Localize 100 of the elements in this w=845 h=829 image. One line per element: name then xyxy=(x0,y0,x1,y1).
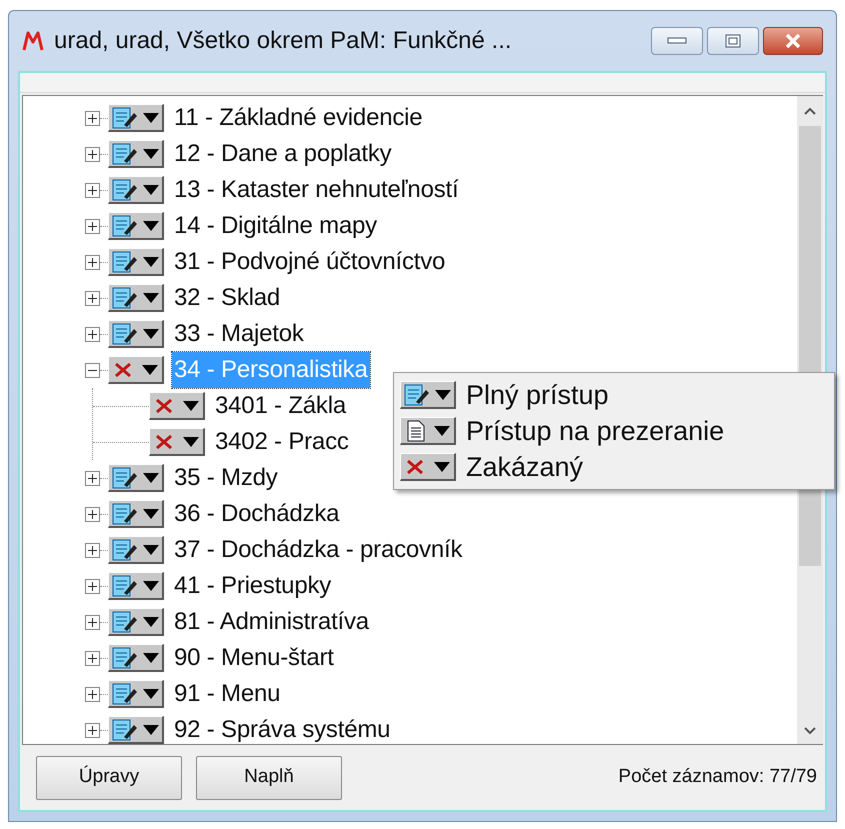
plus-icon xyxy=(87,292,98,304)
access-dropdown[interactable] xyxy=(108,608,164,636)
plus-icon xyxy=(87,544,98,556)
access-dropdown[interactable] xyxy=(149,428,205,456)
dropdown-arrow-icon xyxy=(143,112,160,122)
scroll-up-icon[interactable] xyxy=(803,106,817,116)
edit-document-icon xyxy=(112,214,138,236)
dropdown-arrow-icon xyxy=(143,508,160,518)
dropdown-arrow-icon xyxy=(143,472,160,482)
expander-toggle[interactable] xyxy=(85,362,100,378)
expander-toggle[interactable] xyxy=(85,470,100,486)
expander-toggle[interactable] xyxy=(85,506,100,522)
tree-item[interactable]: 37 - Dochádzka - pracovník xyxy=(172,532,464,568)
dropdown-arrow-icon xyxy=(143,688,160,698)
dropdown-arrow-icon xyxy=(143,184,160,194)
expander-toggle[interactable] xyxy=(85,218,100,234)
plus-icon xyxy=(87,652,98,664)
access-dropdown[interactable] xyxy=(108,356,164,384)
tree-item[interactable]: 92 - Správa systému xyxy=(172,712,392,748)
expander-toggle[interactable] xyxy=(85,110,100,126)
expander-toggle[interactable] xyxy=(85,614,100,630)
expander-toggle[interactable] xyxy=(85,326,100,342)
scroll-down-icon[interactable] xyxy=(803,726,817,736)
access-dropdown[interactable] xyxy=(108,248,164,276)
access-dropdown[interactable] xyxy=(108,716,164,744)
dropdown-arrow-icon xyxy=(143,724,160,734)
dropdown-arrow-icon xyxy=(143,652,160,662)
access-dropdown[interactable] xyxy=(400,381,456,409)
dropdown-arrow-icon xyxy=(143,220,160,230)
close-button[interactable] xyxy=(763,27,823,55)
access-dropdown[interactable] xyxy=(108,644,164,672)
maximize-icon xyxy=(725,34,741,48)
access-dropdown[interactable] xyxy=(108,536,164,564)
access-dropdown[interactable] xyxy=(149,392,205,420)
tree-item[interactable]: 32 - Sklad xyxy=(172,280,282,316)
close-icon xyxy=(784,33,802,49)
expander-toggle[interactable] xyxy=(85,578,100,594)
tree-item[interactable]: 36 - Dochádzka xyxy=(172,496,342,532)
tree-item[interactable]: 3401 - Zákla xyxy=(213,388,348,424)
tree-item[interactable]: 13 - Kataster nehnuteľností xyxy=(172,172,460,208)
tree-item[interactable]: 41 - Priestupky xyxy=(172,568,334,604)
maximize-button[interactable] xyxy=(707,27,759,55)
edit-document-icon xyxy=(112,250,138,272)
access-dropdown[interactable] xyxy=(108,680,164,708)
access-dropdown[interactable] xyxy=(108,176,164,204)
dropdown-arrow-icon xyxy=(143,292,160,302)
tree-item[interactable]: 90 - Menu-štart xyxy=(172,640,336,676)
expander-toggle[interactable] xyxy=(85,146,100,162)
expander-toggle[interactable] xyxy=(85,542,100,558)
action-button[interactable]: Úpravy xyxy=(36,756,182,800)
expander-toggle[interactable] xyxy=(85,254,100,270)
tree-item[interactable]: 81 - Administratíva xyxy=(172,604,371,640)
dropdown-arrow-icon xyxy=(434,426,450,436)
minimize-button[interactable] xyxy=(651,27,703,55)
plus-icon xyxy=(87,148,98,160)
edit-document-icon xyxy=(112,466,138,488)
edit-document-icon xyxy=(112,646,138,668)
dropdown-arrow-icon xyxy=(143,616,160,626)
edit-document-icon xyxy=(112,178,138,200)
edit-document-icon xyxy=(112,682,138,704)
access-dropdown[interactable] xyxy=(400,453,456,481)
tree-item[interactable]: 14 - Digitálne mapy xyxy=(172,208,379,244)
expander-toggle[interactable] xyxy=(85,722,100,738)
dropdown-arrow-icon xyxy=(434,462,450,472)
tree-item[interactable]: 31 - Podvojné účtovníctvo xyxy=(172,244,448,280)
tree-item[interactable]: 3402 - Pracc xyxy=(213,424,351,460)
tree-item[interactable]: 12 - Dane a poplatky xyxy=(172,136,394,172)
access-dropdown[interactable] xyxy=(108,140,164,168)
tree-item[interactable]: 11 - Základné evidencie xyxy=(172,100,424,136)
edit-document-icon xyxy=(112,574,138,596)
access-dropdown[interactable] xyxy=(108,284,164,312)
expander-toggle[interactable] xyxy=(85,290,100,306)
expander-toggle[interactable] xyxy=(85,650,100,666)
dropdown-arrow-icon xyxy=(182,400,199,410)
dropdown-arrow-icon xyxy=(143,580,160,590)
access-dropdown[interactable] xyxy=(108,500,164,528)
action-button[interactable]: Naplň xyxy=(196,756,342,800)
tree-item[interactable]: 91 - Menu xyxy=(172,676,282,712)
access-dropdown[interactable] xyxy=(108,572,164,600)
expander-toggle[interactable] xyxy=(85,686,100,702)
access-dropdown[interactable] xyxy=(400,417,456,445)
access-dropdown[interactable] xyxy=(108,212,164,240)
window-title: urad, urad, Všetko okrem PaM: Funkčné ... xyxy=(54,26,512,56)
dropdown-arrow-icon xyxy=(143,148,160,158)
record-count: Počet záznamov: 77/79 xyxy=(618,765,817,790)
tree-item[interactable]: 33 - Majetok xyxy=(172,316,306,352)
edit-document-icon xyxy=(112,502,138,524)
access-dropdown[interactable] xyxy=(108,104,164,132)
edit-document-icon xyxy=(112,322,138,344)
plus-icon xyxy=(87,328,98,340)
dropdown-arrow-icon xyxy=(143,328,160,338)
access-dropdown[interactable] xyxy=(108,320,164,348)
expander-toggle[interactable] xyxy=(85,182,100,198)
dropdown-arrow-icon xyxy=(143,256,160,266)
access-dropdown[interactable] xyxy=(108,464,164,492)
dropdown-arrow-icon xyxy=(182,436,199,446)
plus-icon xyxy=(87,112,98,124)
edit-document-icon xyxy=(112,286,138,308)
document-icon xyxy=(404,420,427,442)
tree-item[interactable]: 35 - Mzdy xyxy=(172,460,280,496)
